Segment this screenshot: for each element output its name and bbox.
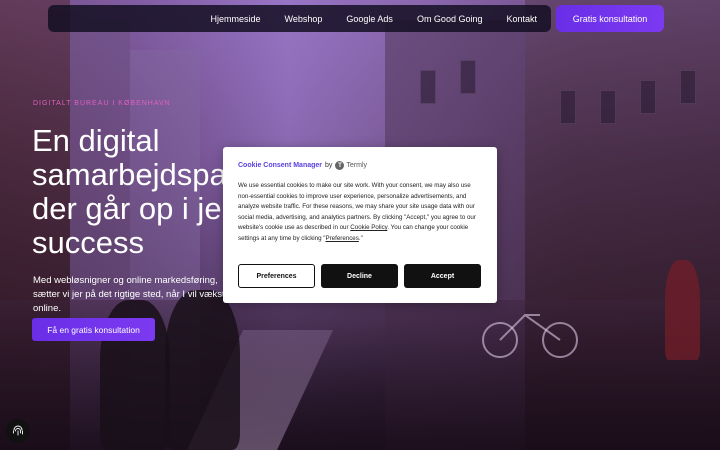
nav-item-google-ads[interactable]: Google Ads	[346, 14, 393, 24]
decline-button[interactable]: Decline	[321, 264, 398, 288]
person-silhouette	[665, 260, 700, 360]
window	[640, 80, 656, 114]
main-nav: Hjemmeside Webshop Google Ads Om Good Go…	[48, 5, 551, 32]
hero-lead: Med webløsnigner og online markedsføring…	[33, 275, 230, 314]
cookie-consent-dialog: Cookie Consent Manager by T Termly We us…	[223, 147, 497, 303]
nav-item-om-good-going[interactable]: Om Good Going	[417, 14, 483, 24]
cookie-text-part: ."	[358, 234, 363, 242]
window	[560, 90, 576, 124]
cookie-button-row: Preferences Decline Accept	[238, 264, 481, 288]
cookie-dialog-header: Cookie Consent Manager by T Termly	[238, 161, 482, 170]
window	[680, 70, 696, 104]
bicycle-icon	[482, 313, 578, 358]
window	[420, 70, 436, 104]
window	[600, 90, 616, 124]
nav-item-webshop[interactable]: Webshop	[285, 14, 323, 24]
free-consultation-button[interactable]: Gratis konsultation	[556, 5, 664, 32]
termly-logo-icon: T	[335, 161, 345, 170]
hero-cta-button[interactable]: Få en gratis konsultation	[32, 318, 155, 341]
hero-eyebrow: DIGITALT BUREAU I KØBENHAVN	[33, 100, 171, 107]
preferences-link[interactable]: Preferences	[325, 235, 358, 242]
nav-item-kontakt[interactable]: Kontakt	[506, 14, 537, 24]
cookie-policy-link[interactable]: Cookie Policy	[350, 224, 387, 231]
termly-logo: T Termly	[335, 161, 367, 170]
cookie-dialog-by: by	[325, 162, 333, 169]
preferences-button[interactable]: Preferences	[238, 264, 315, 288]
termly-label: Termly	[346, 162, 368, 169]
cookie-settings-badge[interactable]	[6, 419, 30, 443]
accept-button[interactable]: Accept	[404, 264, 481, 288]
nav-item-hjemmeside[interactable]: Hjemmeside	[211, 14, 261, 24]
cookie-dialog-text: We use essential cookies to make our sit…	[238, 181, 482, 244]
fingerprint-icon	[12, 425, 23, 436]
window	[460, 60, 476, 94]
cookie-dialog-title: Cookie Consent Manager	[238, 162, 323, 169]
